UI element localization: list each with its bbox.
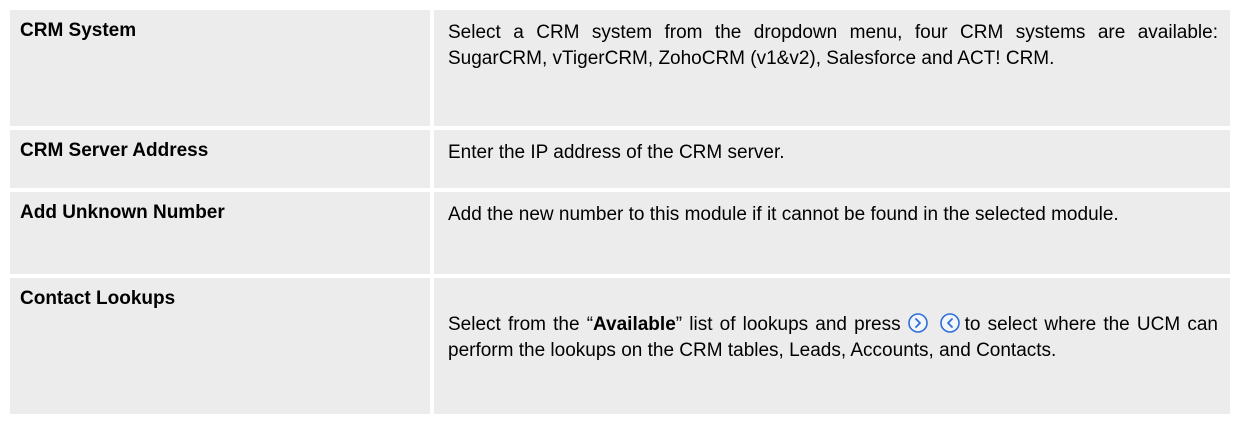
row-description-crm-server-address: Enter the IP address of the CRM server. — [434, 130, 1230, 188]
row-description-contact-lookups: Select from the “Available” list of look… — [434, 278, 1230, 414]
description-text-middle: ” list of lookups and press — [675, 314, 901, 335]
table-row: CRM System Select a CRM system from the … — [10, 10, 1230, 130]
settings-table: CRM System Select a CRM system from the … — [10, 10, 1230, 418]
row-label-contact-lookups: Contact Lookups — [10, 278, 434, 414]
row-label-crm-system: CRM System — [10, 10, 434, 126]
table-row: Contact Lookups Select from the “Availab… — [10, 278, 1230, 418]
table-row: Add Unknown Number Add the new number to… — [10, 192, 1230, 278]
move-left-circle-icon[interactable] — [939, 312, 961, 334]
description-text-start: Select from the “ — [448, 314, 594, 335]
table-row: CRM Server Address Enter the IP address … — [10, 130, 1230, 192]
row-label-add-unknown-number: Add Unknown Number — [10, 192, 434, 274]
available-keyword: Available — [593, 314, 676, 335]
move-right-circle-icon[interactable] — [907, 312, 929, 334]
row-label-crm-server-address: CRM Server Address — [10, 130, 434, 188]
row-description-crm-system: Select a CRM system from the dropdown me… — [434, 10, 1230, 126]
row-description-add-unknown-number: Add the new number to this module if it … — [434, 192, 1230, 274]
